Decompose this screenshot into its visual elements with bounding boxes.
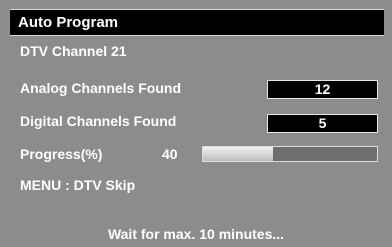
progress-value: 40 [162, 146, 178, 162]
wait-message: Wait for max. 10 minutes... [107, 226, 285, 242]
auto-program-dialog: Auto Program DTV Channel 21 Analog Chann… [0, 0, 392, 247]
menu-hint: MENU : DTV Skip [20, 177, 136, 193]
dtv-channel-label: DTV Channel 21 [20, 43, 127, 59]
dialog-title: Auto Program [18, 14, 119, 31]
progress-bar-fill [203, 147, 273, 161]
digital-channels-count: 5 [267, 114, 378, 133]
progress-label: Progress(%) [20, 146, 103, 162]
analog-channels-count: 12 [267, 80, 378, 99]
progress-bar [202, 146, 378, 162]
title-bar: Auto Program [10, 9, 384, 36]
digital-channels-label: Digital Channels Found [20, 113, 177, 129]
analog-channels-label: Analog Channels Found [20, 80, 181, 96]
